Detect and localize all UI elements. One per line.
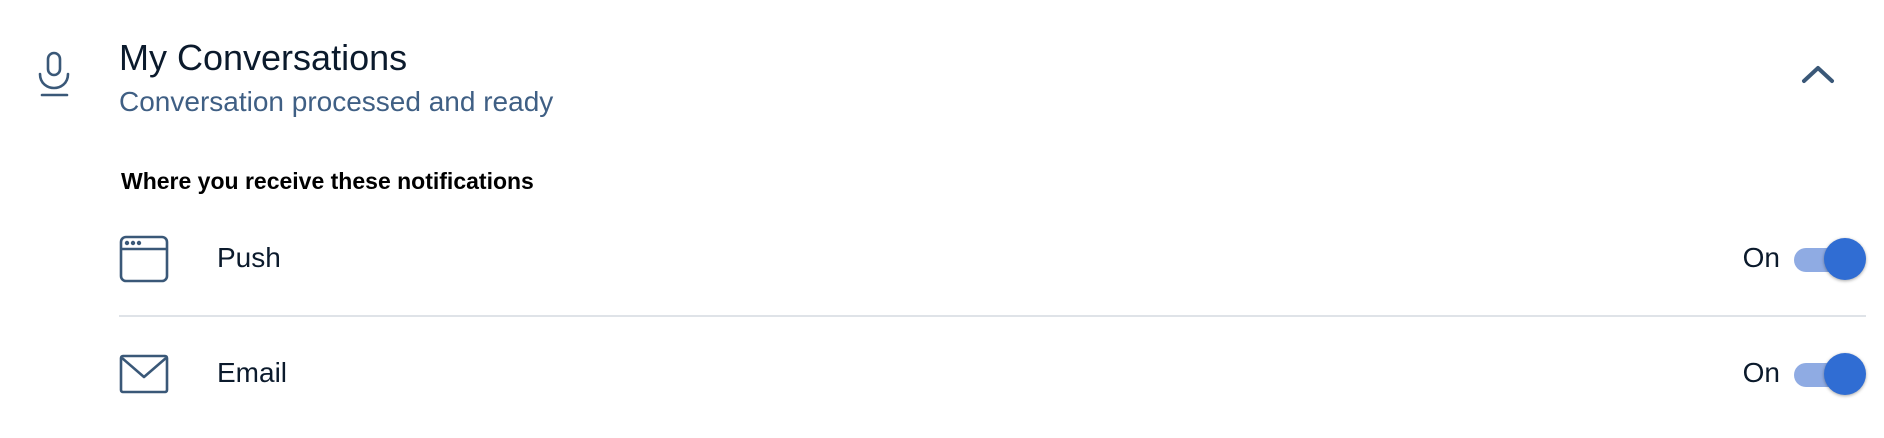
envelope-icon <box>119 349 169 399</box>
browser-window-icon <box>119 234 169 284</box>
chevron-up-icon <box>1801 63 1835 90</box>
section-title: My Conversations <box>119 37 408 78</box>
collapse-button[interactable] <box>1796 58 1840 94</box>
toggle-thumb <box>1824 353 1866 395</box>
section-subtitle: Conversation processed and ready <box>119 86 554 117</box>
row-divider <box>119 315 1866 317</box>
email-toggle[interactable] <box>1794 353 1866 397</box>
conversations-section-header[interactable]: My Conversations Conversation processed … <box>0 0 1884 140</box>
toggle-state-label: On <box>1742 242 1780 273</box>
toggle-thumb <box>1824 238 1866 280</box>
channel-label: Push <box>217 242 281 273</box>
channel-row-email: Email On <box>119 325 1866 425</box>
push-toggle[interactable] <box>1794 238 1866 282</box>
microphone-icon <box>36 50 76 100</box>
notifications-heading: Where you receive these notifications <box>121 168 534 194</box>
toggle-state-label: On <box>1742 357 1780 388</box>
channel-label: Email <box>217 357 288 388</box>
channel-row-push: Push On <box>119 210 1866 310</box>
